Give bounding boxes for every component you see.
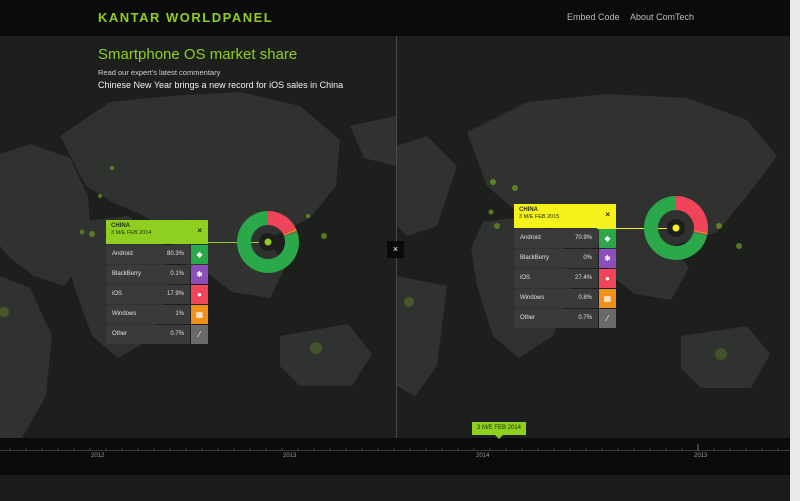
embed-code-link[interactable]: Embed Code bbox=[567, 12, 620, 22]
android-icon: ◆ bbox=[191, 245, 208, 264]
share-row-blackberry[interactable]: BlackBerry 0.1% ✱ bbox=[106, 265, 208, 284]
share-value: 0% bbox=[583, 255, 592, 261]
share-value: 0.8% bbox=[578, 295, 592, 301]
year-label[interactable]: 2013 bbox=[694, 453, 707, 459]
share-donut-left[interactable] bbox=[236, 210, 300, 274]
share-row-other[interactable]: Other 0.7% ⁄ bbox=[514, 309, 616, 328]
year-label[interactable]: 2014 bbox=[476, 453, 489, 459]
scrollbar-track[interactable] bbox=[790, 0, 800, 501]
period-label: 3 M/E FEB 2015 bbox=[519, 214, 560, 220]
region-label: CHINA bbox=[111, 223, 130, 229]
timeline-bar[interactable]: 2012 2013 2014 2013 bbox=[0, 438, 790, 475]
android-icon: ◆ bbox=[599, 229, 616, 248]
apple-icon: ● bbox=[191, 285, 208, 304]
share-row-windows[interactable]: Windows 0.8% ▦ bbox=[514, 289, 616, 308]
windows-icon: ▦ bbox=[191, 305, 208, 324]
period-label: 3 M/E FEB 2014 bbox=[111, 230, 152, 236]
close-icon[interactable]: × bbox=[605, 210, 610, 219]
market-share-card-right: CHINA 3 M/E FEB 2015 × Android 70.9% ◆ B… bbox=[514, 204, 616, 328]
share-row-ios[interactable]: iOS 17.9% ● bbox=[106, 285, 208, 304]
location-dot[interactable] bbox=[672, 224, 680, 232]
expert-commentary-label[interactable]: Read our expert's latest commentary bbox=[98, 68, 220, 77]
kantar-logo[interactable]: KANTAR WORLDPANEL bbox=[98, 10, 273, 25]
share-value: 1% bbox=[175, 311, 184, 317]
share-value: 27.4% bbox=[574, 275, 592, 281]
region-label: CHINA bbox=[519, 207, 538, 213]
share-row-ios[interactable]: iOS 27.4% ● bbox=[514, 269, 616, 288]
share-donut-right[interactable] bbox=[643, 195, 709, 261]
location-dot[interactable] bbox=[264, 238, 272, 246]
blackberry-icon: ✱ bbox=[191, 265, 208, 284]
close-icon[interactable]: × bbox=[197, 226, 202, 235]
blackberry-icon: ✱ bbox=[599, 249, 616, 268]
share-value: 70.9% bbox=[574, 235, 592, 241]
year-label[interactable]: 2012 bbox=[91, 453, 104, 459]
share-row-blackberry[interactable]: BlackBerry 0% ✱ bbox=[514, 249, 616, 268]
share-value: 80.3% bbox=[166, 251, 184, 257]
timeline-footer bbox=[0, 475, 790, 501]
page-title: Smartphone OS market share bbox=[98, 46, 298, 63]
header-bar: KANTAR WORLDPANEL Embed Code About ComTe… bbox=[0, 0, 790, 36]
donut-segment-ios[interactable] bbox=[267, 211, 296, 236]
market-share-card-left: CHINA 3 M/E FEB 2014 × Android 80.3% ◆ B… bbox=[106, 220, 208, 344]
share-row-windows[interactable]: Windows 1% ▦ bbox=[106, 305, 208, 324]
timeline-marker[interactable]: 3 M/E FEB 2014 bbox=[472, 422, 526, 435]
pane-divider[interactable] bbox=[396, 36, 397, 438]
commentary-headline-link[interactable]: Chinese New Year brings a new record for… bbox=[98, 80, 343, 90]
other-icon: ⁄ bbox=[599, 309, 616, 328]
apple-icon: ● bbox=[599, 269, 616, 288]
share-row-android[interactable]: Android 80.3% ◆ bbox=[106, 245, 208, 264]
share-value: 17.9% bbox=[166, 291, 184, 297]
card-header: CHINA 3 M/E FEB 2015 × bbox=[514, 204, 616, 228]
close-compare-button[interactable]: × bbox=[387, 241, 404, 258]
share-value: 0.1% bbox=[170, 271, 184, 277]
other-icon: ⁄ bbox=[191, 325, 208, 344]
share-row-other[interactable]: Other 0.7% ⁄ bbox=[106, 325, 208, 344]
windows-icon: ▦ bbox=[599, 289, 616, 308]
donut-segment-windows[interactable] bbox=[283, 228, 297, 236]
about-comtech-link[interactable]: About ComTech bbox=[630, 12, 694, 22]
share-value: 0.7% bbox=[170, 331, 184, 337]
timeline-marker-pointer bbox=[495, 435, 503, 439]
year-label[interactable]: 2013 bbox=[283, 453, 296, 459]
share-value: 0.7% bbox=[578, 315, 592, 321]
timeline-ticks bbox=[9, 444, 779, 451]
card-header: CHINA 3 M/E FEB 2014 × bbox=[106, 220, 208, 244]
share-row-android[interactable]: Android 70.9% ◆ bbox=[514, 229, 616, 248]
